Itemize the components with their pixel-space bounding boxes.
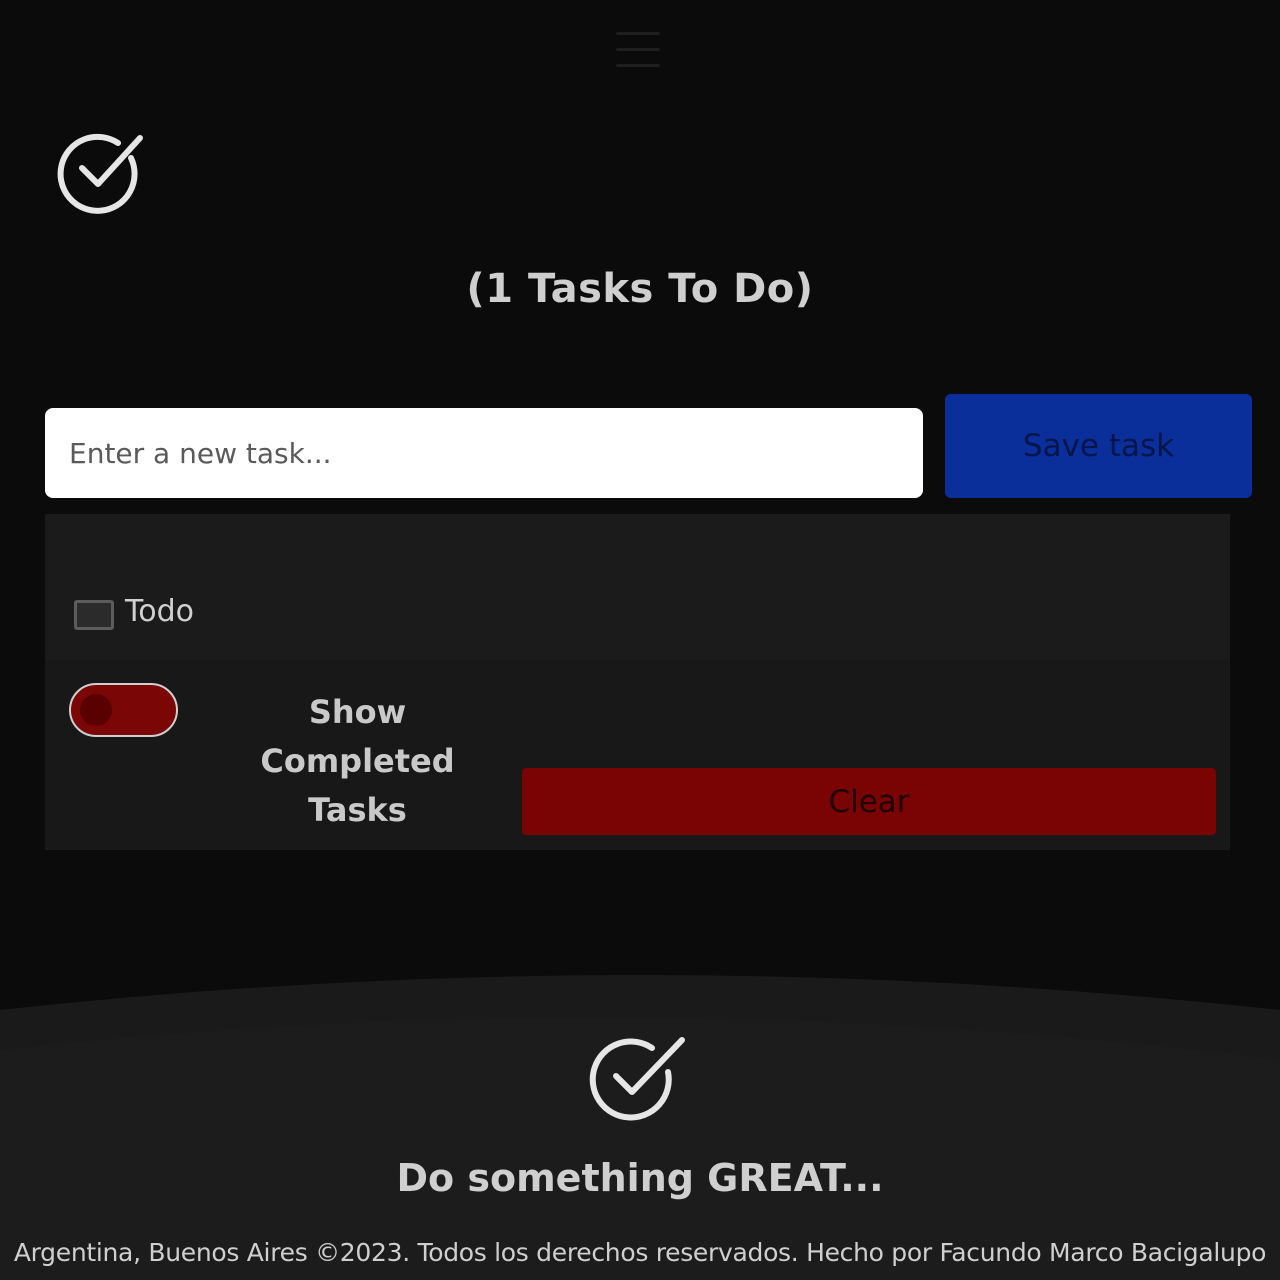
- toggle-knob: [80, 694, 112, 726]
- hamburger-menu-icon[interactable]: [614, 30, 662, 70]
- task-list-item: Todo: [45, 514, 1230, 660]
- footer-slogan: Do something GREAT...: [396, 1156, 884, 1200]
- show-completed-toggle[interactable]: [69, 683, 178, 737]
- tasks-panel: Todo Show Completed Tasks Clear: [45, 514, 1230, 850]
- footer-copyright: Argentina, Buenos Aires ©2023. Todos los…: [13, 1238, 1267, 1267]
- clear-button[interactable]: Clear: [522, 768, 1216, 835]
- task-checkbox[interactable]: [74, 600, 114, 630]
- save-task-button[interactable]: Save task: [945, 394, 1252, 498]
- page-title: (1 Tasks To Do): [466, 266, 814, 312]
- show-completed-label: Show Completed Tasks: [260, 693, 455, 829]
- task-label: Todo: [125, 594, 194, 629]
- page: (1 Tasks To Do) Save task Todo Show Comp…: [0, 0, 1280, 1280]
- check-circle-icon: [57, 133, 143, 214]
- check-circle-icon: [589, 1037, 685, 1121]
- new-task-input[interactable]: [45, 408, 923, 498]
